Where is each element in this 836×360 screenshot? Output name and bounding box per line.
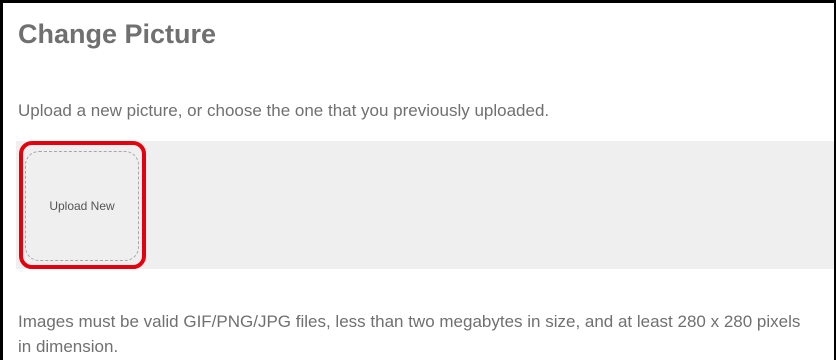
image-requirements-note: Images must be valid GIF/PNG/JPG files, …	[18, 312, 801, 356]
upload-new-button[interactable]: Upload New	[25, 151, 139, 261]
page-subtitle: Upload a new picture, or choose the one …	[18, 101, 550, 120]
page-title: Change Picture	[18, 19, 217, 49]
upload-new-label: Upload New	[49, 199, 115, 213]
